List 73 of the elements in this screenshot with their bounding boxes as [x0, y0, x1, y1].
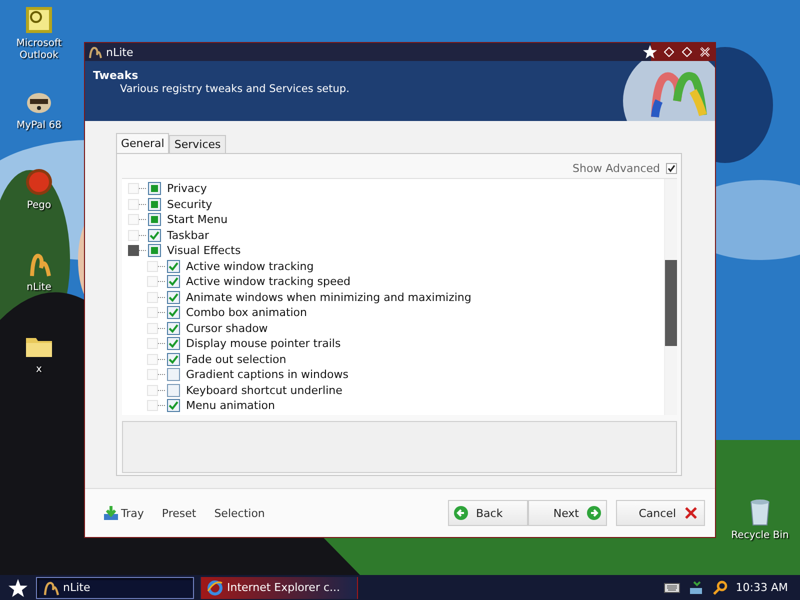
- close-icon: [684, 506, 698, 520]
- checkbox[interactable]: [167, 352, 180, 366]
- star-icon: [8, 578, 28, 598]
- tree-item-label[interactable]: Fade out selection: [186, 352, 286, 366]
- minimize-button[interactable]: [664, 46, 675, 58]
- checkbox[interactable]: [167, 275, 180, 288]
- checkbox[interactable]: [167, 306, 180, 320]
- footer-link[interactable]: Preset: [162, 505, 196, 521]
- footer-link[interactable]: Tray: [103, 505, 144, 521]
- checkbox[interactable]: [666, 162, 677, 174]
- tree-item-label[interactable]: Start Menu: [167, 213, 228, 226]
- next-arrow-icon: [587, 506, 601, 520]
- tree-item-label[interactable]: Taskbar: [167, 228, 209, 242]
- ball-icon: [23, 166, 55, 198]
- footer-link[interactable]: Selection: [214, 505, 265, 521]
- keyboard-icon: [664, 582, 680, 594]
- close-button[interactable]: [700, 46, 711, 58]
- page-subtitle: Various registry tweaks and Services setup.: [120, 83, 350, 95]
- page-title: Tweaks: [93, 69, 140, 82]
- maximize-button[interactable]: [682, 46, 693, 58]
- tree-item-label[interactable]: Active window tracking speed: [186, 275, 350, 288]
- tab[interactable]: General: [116, 133, 170, 153]
- tree-item-label[interactable]: Keyboard shortcut underline: [186, 384, 342, 397]
- checkbox[interactable]: [148, 198, 161, 211]
- back-arrow-icon: [454, 506, 468, 520]
- download-tray-icon: [103, 505, 119, 521]
- n-logo-icon: [88, 45, 102, 59]
- checkbox[interactable]: [148, 182, 161, 196]
- scrollbar-thumb[interactable]: [665, 260, 677, 346]
- window-title: nLite: [106, 46, 134, 58]
- tree-item-label[interactable]: Active window tracking: [186, 260, 314, 273]
- tree-item-label[interactable]: Gradient captions in windows: [186, 368, 348, 382]
- close-icon: [700, 46, 710, 56]
- taskbar-button[interactable]: Internet Explorer c...: [200, 576, 358, 598]
- desktop-icon-label[interactable]: nLite: [26, 282, 52, 294]
- tree-item-label[interactable]: Display mouse pointer trails: [186, 337, 341, 350]
- clock: 10:33 AM: [736, 581, 788, 594]
- checkbox[interactable]: [148, 228, 161, 242]
- tab[interactable]: Services: [169, 135, 226, 153]
- tree-item-label[interactable]: Cursor shadow: [186, 322, 268, 335]
- desktop-icon-label[interactable]: Pego: [26, 200, 52, 212]
- checkbox[interactable]: [167, 399, 180, 412]
- tree-item-label[interactable]: Animate windows when minimizing and maximizing: [186, 290, 472, 304]
- search-icon: [712, 580, 728, 596]
- network-icon: [688, 580, 704, 596]
- tree-item-label[interactable]: Privacy: [167, 182, 207, 196]
- desktop-icon-label[interactable]: x: [36, 364, 42, 376]
- next-button[interactable]: Next: [528, 500, 607, 526]
- tree-item-label[interactable]: Menu animation: [186, 399, 275, 412]
- desktop-icon-label[interactable]: Recycle Bin: [731, 530, 789, 542]
- globe-e-icon: [207, 580, 223, 596]
- taskbar-button[interactable]: nLite: [36, 576, 194, 598]
- checkbox[interactable]: [148, 244, 161, 258]
- checkbox[interactable]: [167, 260, 180, 273]
- back-button[interactable]: Back: [448, 500, 528, 526]
- tree-item-label[interactable]: Visual Effects: [167, 244, 241, 258]
- desktop-icon-label[interactable]: MyPal 68: [16, 120, 62, 132]
- checkbox[interactable]: [167, 322, 180, 335]
- expander-box[interactable]: [128, 245, 139, 256]
- checkbox[interactable]: [167, 290, 180, 304]
- checkbox-label: Show Advanced: [572, 162, 660, 174]
- checkbox[interactable]: [167, 368, 180, 382]
- checkbox[interactable]: [167, 384, 180, 397]
- tree-item-label[interactable]: Combo box animation: [186, 306, 308, 320]
- tree-item-label[interactable]: Security: [167, 198, 212, 211]
- checkbox[interactable]: [148, 213, 161, 226]
- clock-envelope-icon: [23, 4, 55, 36]
- cancel-button[interactable]: Cancel: [616, 500, 705, 526]
- checkbox[interactable]: [167, 337, 180, 350]
- n-logo-icon: [43, 580, 59, 596]
- star-icon: [643, 45, 657, 59]
- scrollbar[interactable]: [664, 179, 677, 415]
- desktop-icon-label[interactable]: Microsoft Outlook: [16, 38, 62, 62]
